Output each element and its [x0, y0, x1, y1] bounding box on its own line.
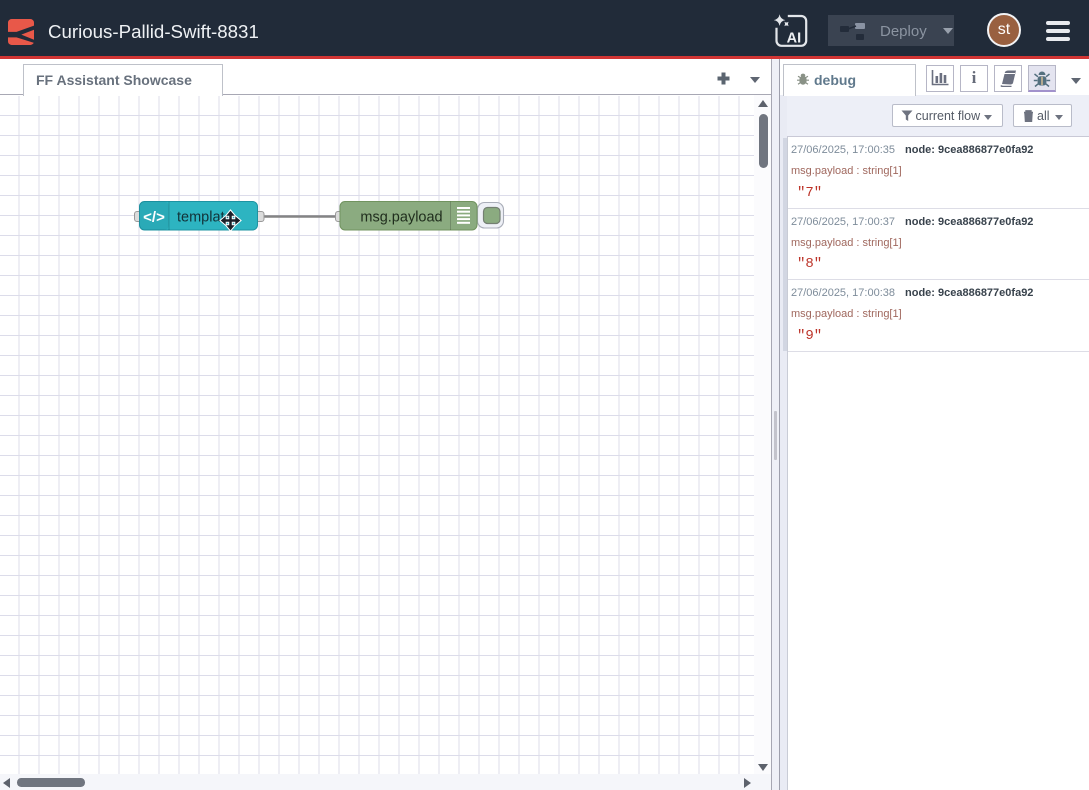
svg-text:</>: </> — [143, 209, 165, 226]
svg-text:msg.payload: msg.payload — [360, 210, 442, 226]
svg-text:AI: AI — [787, 30, 802, 46]
